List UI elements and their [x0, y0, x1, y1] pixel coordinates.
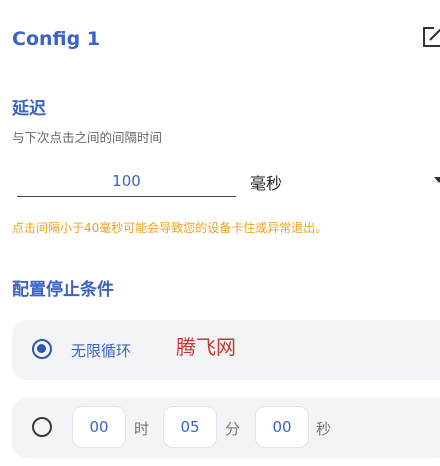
- seconds-unit: 秒: [316, 420, 332, 438]
- infinite-loop-radio[interactable]: [32, 339, 52, 359]
- delay-input[interactable]: [17, 169, 236, 193]
- delay-title: 延迟: [12, 99, 46, 119]
- dropdown-arrow-icon[interactable]: [432, 173, 440, 187]
- infinite-loop-label: 无限循环: [71, 342, 132, 360]
- delay-subtitle: 与下次点击之间的间隔时间: [12, 130, 163, 145]
- stop-conditions-title: 配置停止条件: [12, 280, 114, 300]
- seconds-input[interactable]: [256, 417, 308, 437]
- delay-unit-select[interactable]: 毫秒: [250, 170, 282, 194]
- config-title: Config 1: [12, 28, 101, 50]
- watermark: 腾飞网: [176, 335, 236, 359]
- edit-icon[interactable]: [420, 24, 440, 50]
- minutes-unit: 分: [225, 420, 241, 438]
- minutes-input[interactable]: [164, 417, 216, 437]
- delay-warning: 点击间隔小于40毫秒可能会导致您的设备卡住或异常退出。: [12, 221, 328, 235]
- hours-box: [72, 406, 126, 448]
- seconds-box: [255, 406, 309, 448]
- timer-radio[interactable]: [32, 417, 52, 437]
- minutes-box: [163, 406, 217, 448]
- hours-unit: 时: [134, 420, 150, 438]
- delay-input-container: [17, 169, 236, 197]
- hours-input[interactable]: [73, 417, 125, 437]
